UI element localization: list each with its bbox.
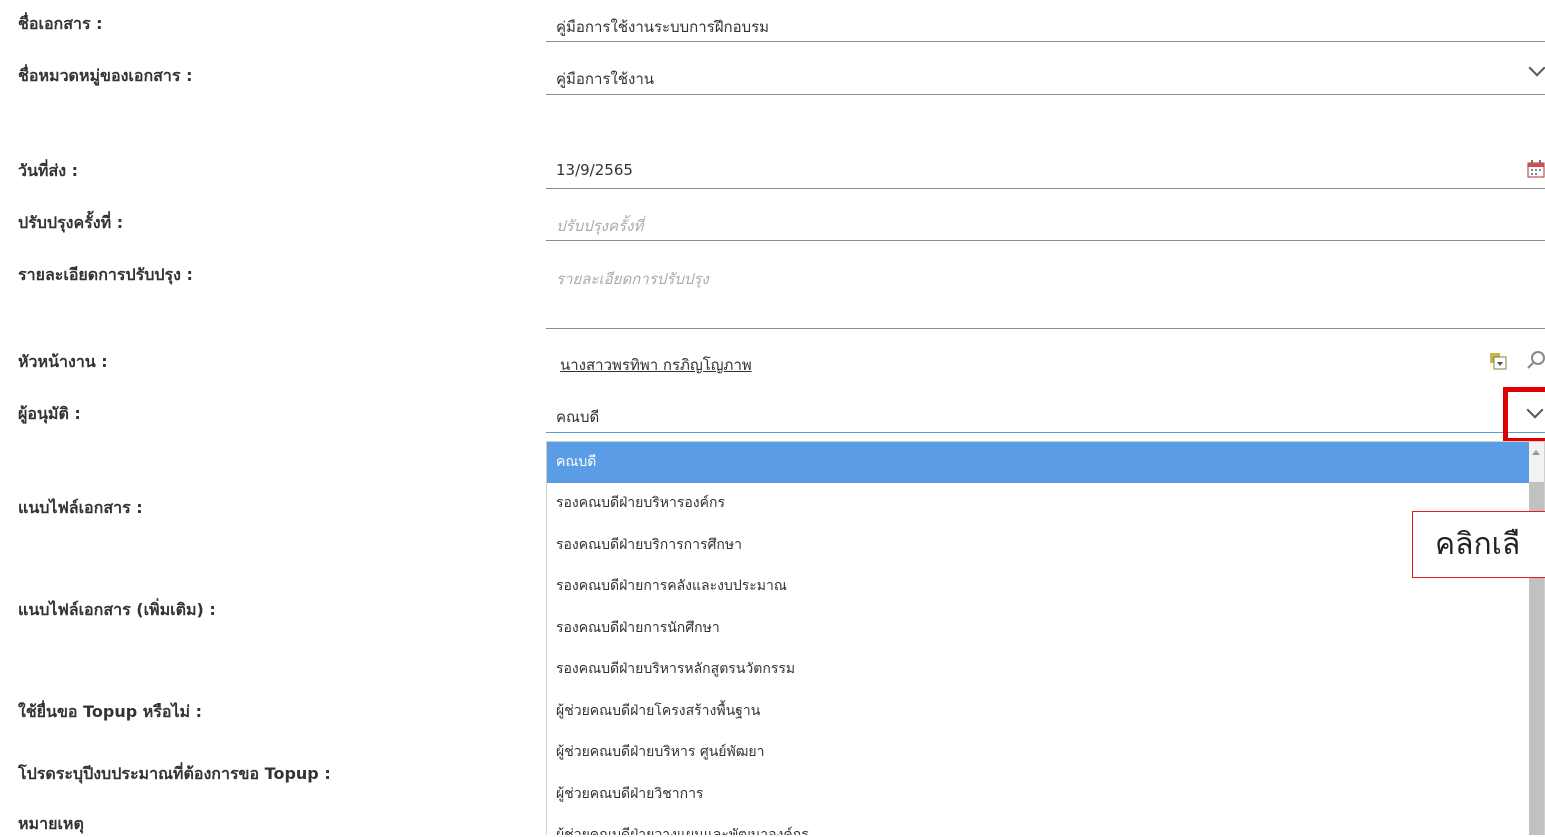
approver-underline	[546, 432, 1545, 433]
attach-label: แนบไฟล์เอกสาร :	[18, 498, 143, 517]
doc-name-field[interactable]: คู่มือการใช้งานระบบการฝึกอบรม	[556, 15, 769, 39]
dropdown-option[interactable]: รองคณบดีฝ่ายการคลังและงบประมาณ	[547, 566, 1529, 607]
approver-label: ผู้อนุมัติ :	[18, 404, 81, 423]
dropdown-option[interactable]: รองคณบดีฝ่ายบริหารองค์กร	[547, 483, 1529, 524]
calendar-icon[interactable]	[1527, 160, 1545, 178]
send-date-label: วันที่ส่ง :	[18, 161, 79, 180]
dropdown-option[interactable]: ผู้ช่วยคณบดีฝ่ายวิชาการ	[547, 774, 1529, 815]
send-date-underline	[546, 188, 1545, 189]
doc-name-label: ชื่อเอกสาร :	[18, 14, 103, 33]
dropdown-option[interactable]: ผู้ช่วยคณบดีฝ่ายโครงสร้างพื้นฐาน	[547, 691, 1529, 732]
dropdown-option[interactable]: รองคณบดีฝ่ายการนักศึกษา	[547, 608, 1529, 649]
supervisor-link[interactable]: นางสาวพรทิพา กรภิญโญภาพ	[560, 353, 752, 377]
topup-year-label: โปรดระบุปีงบประมาณที่ต้องการขอ Topup :	[18, 764, 331, 783]
dropdown-option[interactable]: ผู้ช่วยคณบดีฝ่ายวางแผนและพัฒนาองค์กร	[547, 815, 1529, 835]
category-underline	[546, 94, 1545, 95]
revision-underline	[546, 240, 1545, 241]
send-date-field[interactable]: 13/9/2565	[556, 161, 633, 179]
supervisor-label: หัวหน้างาน :	[18, 352, 108, 371]
topup-label: ใช้ยื่นขอ Topup หรือไม่ :	[18, 702, 203, 721]
approver-dropdown-list[interactable]: คณบดี รองคณบดีฝ่ายบริหารองค์กร รองคณบดีฝ…	[546, 441, 1545, 835]
revision-detail-textarea[interactable]: รายละเอียดการปรับปรุง	[556, 267, 709, 291]
dropdown-scrollbar[interactable]	[1529, 442, 1544, 835]
approver-select[interactable]: คณบดี	[556, 405, 599, 429]
chevron-down-icon[interactable]	[1528, 59, 1545, 77]
search-icon[interactable]	[1527, 350, 1545, 370]
revision-detail-label: รายละเอียดการปรับปรุง :	[18, 265, 193, 284]
category-select[interactable]: คู่มือการใช้งาน	[556, 67, 654, 91]
dropdown-option[interactable]: รองคณบดีฝ่ายบริหารหลักสูตรนวัตกรรม	[547, 649, 1529, 690]
dropdown-option[interactable]: รองคณบดีฝ่ายบริการการศึกษา	[547, 525, 1529, 566]
revision-input[interactable]: ปรับปรุงครั้งที่	[556, 214, 643, 238]
lookup-list-icon[interactable]	[1489, 352, 1507, 370]
highlight-box	[1503, 387, 1545, 443]
dropdown-option[interactable]: คณบดี	[547, 442, 1529, 483]
scroll-up-arrow-icon[interactable]	[1532, 450, 1540, 455]
dropdown-option[interactable]: ผู้ช่วยคณบดีฝ่ายบริหาร ศูนย์พัฒยา	[547, 732, 1529, 773]
revision-label: ปรับปรุงครั้งที่ :	[18, 213, 124, 232]
revision-detail-underline	[546, 328, 1545, 329]
attach-more-label: แนบไฟล์เอกสาร (เพิ่มเติม) :	[18, 600, 216, 619]
doc-name-underline	[546, 41, 1545, 42]
note-label: หมายเหตุ	[18, 814, 84, 833]
annotation-callout: คลิกเลื	[1412, 511, 1545, 578]
category-label: ชื่อหมวดหมู่ของเอกสาร :	[18, 66, 193, 85]
